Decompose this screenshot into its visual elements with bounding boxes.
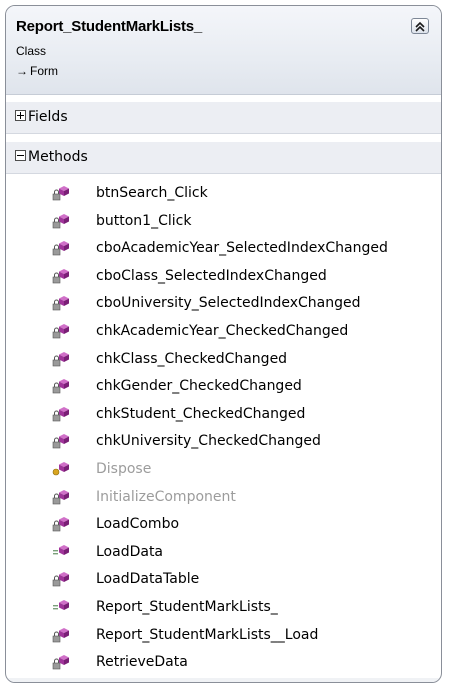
private-method-icon: [52, 489, 69, 504]
private-method-icon: [52, 351, 72, 367]
fields-section-label: Fields: [28, 109, 68, 125]
private-method-icon: [52, 268, 72, 284]
method-item[interactable]: LoadData: [6, 539, 441, 567]
method-item[interactable]: chkClass_CheckedChanged: [6, 346, 441, 374]
private-method-icon: [52, 379, 69, 394]
private-method-icon: [52, 627, 72, 643]
private-method-icon: [52, 213, 72, 229]
method-name: Dispose: [96, 460, 152, 477]
method-item[interactable]: chkGender_CheckedChanged: [6, 373, 441, 401]
public-method-icon: [53, 599, 69, 610]
method-item[interactable]: InitializeComponent: [6, 484, 441, 512]
private-method-icon: [52, 185, 72, 201]
private-method-icon: [52, 186, 69, 201]
method-name: cboAcademicYear_SelectedIndexChanged: [96, 240, 388, 257]
class-header[interactable]: Report_StudentMarkLists_ Class → Form: [6, 6, 441, 95]
method-name: btnSearch_Click: [96, 185, 208, 201]
private-method-icon: [52, 572, 69, 587]
private-method-icon: [52, 571, 72, 587]
method-item[interactable]: RetrieveData: [6, 649, 441, 677]
methods-section-label: Methods: [28, 149, 88, 165]
private-method-icon: [52, 378, 72, 394]
method-name: RetrieveData: [96, 654, 188, 671]
private-method-icon: [52, 295, 72, 311]
public-method-icon: [52, 599, 72, 615]
private-method-icon: [52, 351, 69, 366]
base-type-row: → Form: [16, 64, 58, 78]
private-method-icon: [52, 406, 69, 422]
method-item[interactable]: cboAcademicYear_SelectedIndexChanged: [6, 235, 441, 263]
method-name: cboClass_SelectedIndexChanged: [96, 267, 327, 284]
fields-section-header[interactable]: Fields: [6, 102, 441, 134]
method-item[interactable]: button1_Click: [6, 208, 441, 236]
method-name: Report_StudentMarkLists__Load: [96, 626, 319, 643]
method-item[interactable]: cboClass_SelectedIndexChanged: [6, 263, 441, 291]
class-kind: Class: [16, 44, 47, 58]
methods-list: btnSearch_Click button1_Click cboAcademicY…: [6, 180, 441, 677]
private-method-icon: [52, 489, 72, 505]
method-name: chkGender_CheckedChanged: [96, 378, 302, 395]
private-method-icon: [52, 240, 72, 256]
expand-plus-icon[interactable]: [15, 110, 26, 121]
bottom-strip: [6, 678, 441, 682]
method-name: Report_StudentMarkLists_: [96, 598, 278, 615]
methods-section-header[interactable]: Methods: [6, 142, 441, 174]
method-name: LoadDataTable: [96, 571, 200, 588]
private-method-icon: [52, 268, 69, 284]
private-method-icon: [52, 627, 69, 642]
private-method-icon: [52, 517, 69, 532]
method-item[interactable]: chkAcademicYear_CheckedChanged: [6, 318, 441, 346]
private-method-icon: [52, 296, 69, 311]
method-item[interactable]: Report_StudentMarkLists_: [6, 594, 441, 622]
method-name: chkAcademicYear_CheckedChanged: [96, 322, 349, 339]
protected-method-icon: [52, 461, 72, 477]
method-item[interactable]: chkStudent_CheckedChanged: [6, 401, 441, 429]
public-method-icon: [52, 544, 72, 560]
protected-method-icon: [52, 461, 69, 476]
class-title: Report_StudentMarkLists_: [16, 18, 203, 35]
method-item[interactable]: btnSearch_Click: [6, 180, 441, 208]
method-name: InitializeComponent: [96, 488, 236, 505]
collapse-minus-icon[interactable]: [15, 150, 26, 161]
method-item[interactable]: LoadDataTable: [6, 566, 441, 594]
private-method-icon: [52, 241, 69, 256]
method-name: cboUniversity_SelectedIndexChanged: [96, 295, 361, 312]
private-method-icon: [52, 434, 69, 449]
method-item[interactable]: Dispose: [6, 456, 441, 484]
method-name: chkStudent_CheckedChanged: [96, 405, 306, 422]
method-item[interactable]: cboUniversity_SelectedIndexChanged: [6, 290, 441, 318]
private-method-icon: [52, 323, 69, 339]
private-method-icon: [52, 433, 72, 449]
private-method-icon: [52, 323, 72, 339]
private-method-icon: [52, 406, 72, 422]
double-chevron-up-icon: [415, 21, 425, 32]
private-method-icon: [52, 655, 69, 670]
private-method-icon: [52, 213, 69, 228]
base-type-label: Form: [30, 64, 58, 78]
method-item[interactable]: LoadCombo: [6, 511, 441, 539]
method-name: button1_Click: [96, 212, 192, 229]
method-name: chkClass_CheckedChanged: [96, 350, 288, 367]
method-name: chkUniversity_CheckedChanged: [96, 433, 321, 450]
private-method-icon: [52, 654, 72, 670]
method-name: LoadData: [96, 543, 164, 560]
inheritance-arrow-icon: →: [16, 64, 28, 78]
method-item[interactable]: chkUniversity_CheckedChanged: [6, 428, 441, 456]
public-method-icon: [53, 544, 69, 555]
method-name: LoadCombo: [96, 516, 180, 533]
method-item[interactable]: Report_StudentMarkLists__Load: [6, 622, 441, 650]
collapse-chevron-button[interactable]: [411, 18, 429, 34]
class-diagram-shape[interactable]: Report_StudentMarkLists_ Class → Form Fi…: [5, 5, 442, 683]
private-method-icon: [52, 516, 72, 532]
